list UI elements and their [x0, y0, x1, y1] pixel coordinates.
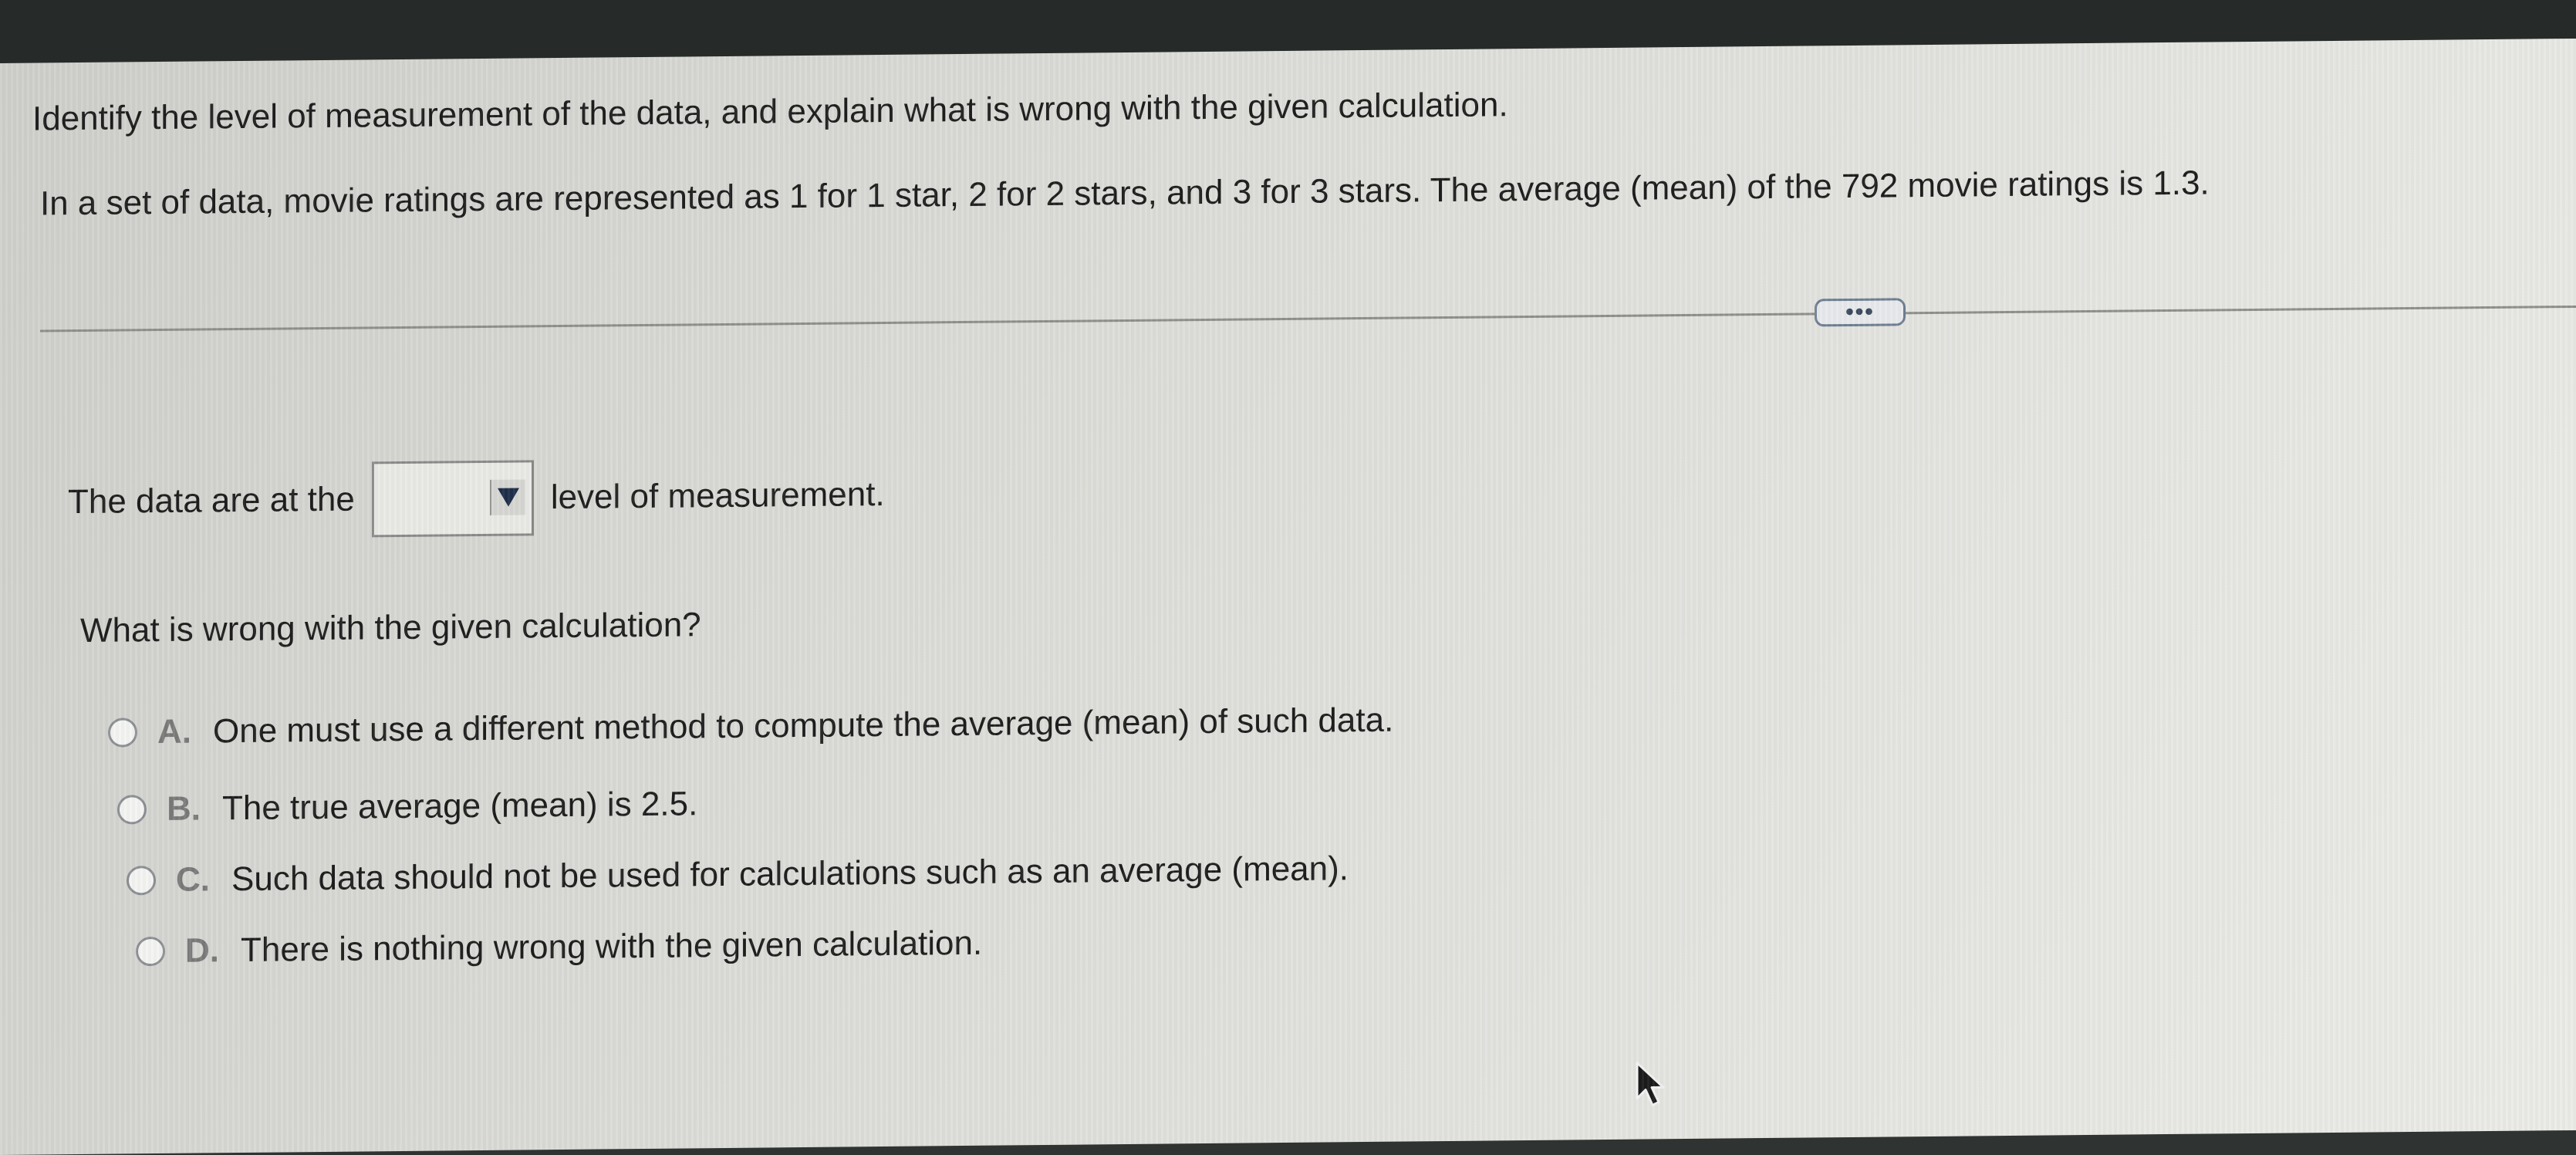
option-text: There is nothing wrong with the given ca… — [241, 924, 983, 970]
fill-in-sentence: The data are at the level of measurement… — [68, 456, 885, 541]
option-letter: A. — [157, 712, 191, 751]
option-c[interactable]: C. Such data should not be used for calc… — [127, 849, 1349, 900]
radio-button-d[interactable] — [136, 936, 165, 967]
fill-in-suffix: level of measurement. — [550, 474, 885, 517]
sub-question: What is wrong with the given calculation… — [80, 606, 701, 650]
option-letter: B. — [167, 789, 201, 828]
question-body: In a set of data, movie ratings are repr… — [40, 164, 2210, 223]
radio-button-b[interactable] — [117, 795, 147, 825]
section-divider — [40, 305, 2576, 333]
fill-in-prefix: The data are at the — [68, 480, 355, 522]
option-d[interactable]: D. There is nothing wrong with the given… — [136, 924, 982, 971]
radio-button-a[interactable] — [108, 718, 137, 748]
question-panel: Identify the level of measurement of the… — [0, 38, 2576, 1155]
option-b[interactable]: B. The true average (mean) is 2.5. — [117, 785, 697, 829]
option-letter: D. — [185, 931, 219, 970]
option-letter: C. — [176, 860, 210, 899]
question-title: Identify the level of measurement of the… — [32, 86, 1508, 138]
monitor-bezel: Identify the level of measurement of the… — [0, 0, 2576, 1155]
radio-button-c[interactable] — [127, 866, 156, 896]
option-a[interactable]: A. One must use a different method to co… — [108, 701, 1393, 752]
option-text: One must use a different method to compu… — [213, 701, 1394, 751]
option-text: Such data should not be used for calcula… — [231, 849, 1349, 899]
option-text: The true average (mean) is 2.5. — [222, 785, 698, 828]
measurement-level-dropdown[interactable] — [371, 460, 534, 538]
more-label: ••• — [1845, 299, 1875, 326]
mouse-pointer-icon — [1636, 1062, 1665, 1106]
more-options-button[interactable]: ••• — [1815, 298, 1906, 327]
triangle-down-icon[interactable] — [489, 479, 525, 515]
